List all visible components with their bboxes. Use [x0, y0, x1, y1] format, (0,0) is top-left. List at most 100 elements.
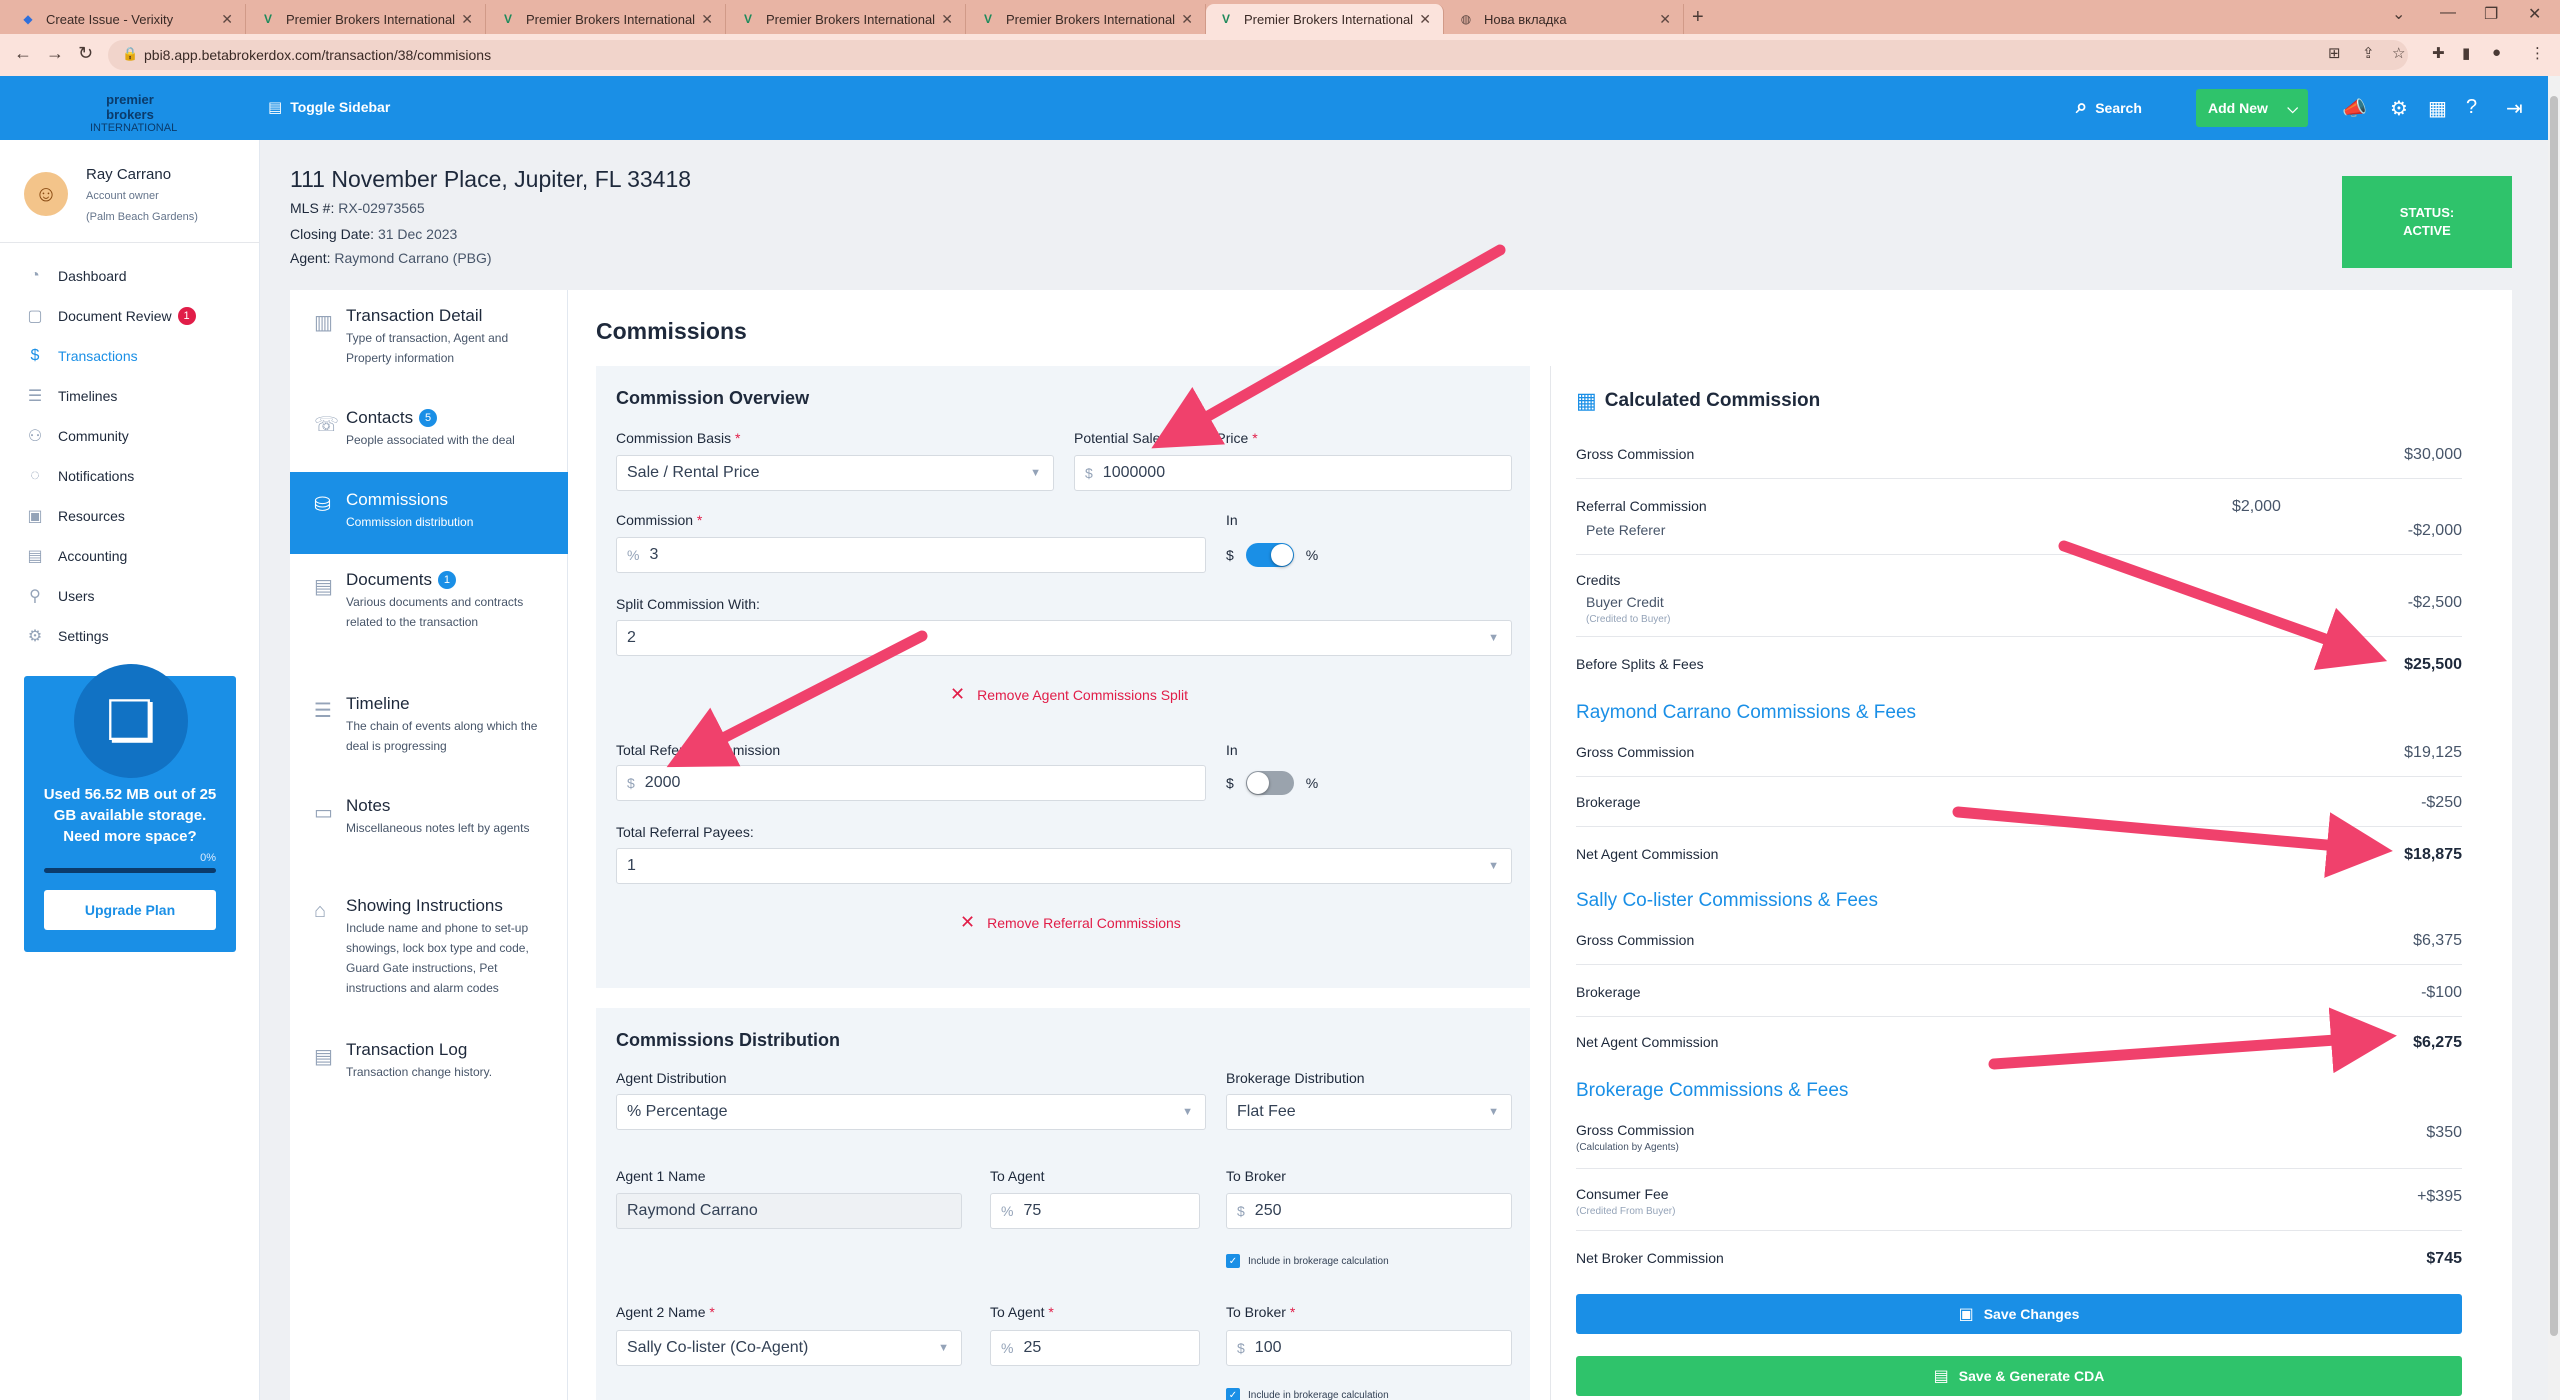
sidebar-item-transactions[interactable]: $ Transactions — [24, 344, 138, 368]
browser-tab[interactable]: ◆ Create Issue - Verixity ✕ — [8, 4, 246, 34]
unit-switch[interactable] — [1245, 771, 1294, 795]
split-select[interactable]: 2 ▼ — [616, 620, 1512, 656]
new-tab-button[interactable]: + — [1692, 6, 1704, 29]
unit-switch[interactable] — [1245, 543, 1294, 567]
megaphone-icon[interactable]: 📣 — [2342, 96, 2367, 121]
tab-search-icon[interactable]: ⌄ — [2392, 4, 2405, 24]
site-info-icon[interactable]: 🔒 — [122, 46, 138, 62]
row-label: Gross Commission — [1576, 744, 1695, 760]
browser-tab[interactable]: ◍ Нова вкладка ✕ — [1446, 4, 1684, 34]
close-tab-icon[interactable]: ✕ — [221, 11, 233, 28]
sidebar-item-resources[interactable]: ▣ Resources — [24, 504, 124, 528]
sidebar-item-dashboard[interactable]: ◔ Dashboard — [24, 264, 126, 288]
sidebar-item-users[interactable]: ⚲ Users — [24, 584, 94, 608]
gear-icon[interactable]: ⚙ — [2390, 96, 2408, 121]
browser-tab[interactable]: V Premier Brokers International Br ✕ — [248, 4, 486, 34]
reload-icon[interactable]: ↻ — [78, 43, 93, 64]
section-commissions[interactable]: ⛁ Commissions Commission distribution — [290, 472, 568, 554]
remove-referral-button[interactable]: ✕ Remove Referral Commissions — [960, 912, 1181, 933]
page-scrollbar[interactable] — [2548, 76, 2560, 1400]
agent-distribution-select[interactable]: % Percentage ▼ — [616, 1094, 1206, 1130]
restore-icon[interactable]: ❐ — [2484, 4, 2498, 24]
referral-input[interactable]: $ 2000 — [616, 765, 1206, 801]
close-tab-icon[interactable]: ✕ — [1419, 11, 1431, 28]
calculator-icon[interactable]: ▦ — [2428, 96, 2447, 121]
sidebar-item-document-review[interactable]: ▢ Document Review 1 — [24, 304, 196, 328]
sidebar-item-timelines[interactable]: ☰ Timelines — [24, 384, 118, 408]
bookmark-star-icon[interactable]: ☆ — [2392, 44, 2405, 62]
upgrade-plan-button[interactable]: Upgrade Plan — [44, 890, 216, 930]
browser-tab-active[interactable]: V Premier Brokers International Br ✕ — [1206, 4, 1444, 34]
close-tab-icon[interactable]: ✕ — [941, 11, 953, 28]
section-transaction-log[interactable]: ▤ Transaction Log Transaction change his… — [290, 1040, 568, 1090]
section-contacts[interactable]: ☏ Contacts 5 People associated with the d… — [290, 408, 568, 464]
browser-tab[interactable]: V Premier Brokers International Br ✕ — [488, 4, 726, 34]
agent1-to-broker-input[interactable]: $ 250 — [1226, 1193, 1512, 1229]
close-window-icon[interactable]: ✕ — [2528, 4, 2541, 24]
check-icon[interactable]: ✓ — [1226, 1254, 1240, 1268]
avatar[interactable]: ☺ — [24, 172, 68, 216]
profile-avatar-icon[interactable]: ● — [2492, 44, 2501, 61]
agent2-to-broker-input[interactable]: $ 100 — [1226, 1330, 1512, 1366]
sally-gross-row: Gross Commission $6,375 — [1576, 932, 2462, 949]
agent2-to-agent-input[interactable]: % 25 — [990, 1330, 1200, 1366]
browser-tab[interactable]: V Premier Brokers International Br ✕ — [968, 4, 1206, 34]
logout-icon[interactable]: ⇥ — [2506, 96, 2523, 121]
payees-select[interactable]: 1 ▼ — [616, 848, 1512, 884]
translate-icon[interactable]: ⊞ — [2328, 44, 2341, 62]
browser-menu-icon[interactable]: ⋮ — [2530, 44, 2545, 62]
storage-line: Need more space? — [63, 828, 197, 845]
extensions-icon[interactable]: ✚ — [2432, 44, 2445, 62]
check-icon[interactable]: ✓ — [1226, 1388, 1240, 1400]
section-showing-instructions[interactable]: ⌂ Showing Instructions Include name and … — [290, 896, 568, 1006]
agent1-include-checkbox[interactable]: ✓ Include in brokerage calculation — [1226, 1254, 1389, 1268]
commission-basis-select[interactable]: Sale / Rental Price ▼ — [616, 455, 1054, 491]
company-logo[interactable]: premier brokers INTERNATIONAL — [90, 92, 177, 134]
section-timeline[interactable]: ☰ Timeline The chain of events along whi… — [290, 694, 568, 764]
close-tab-icon[interactable]: ✕ — [1181, 11, 1193, 28]
url-input[interactable]: 🔒 pbi8.app.betabrokerdox.com/transaction… — [108, 40, 2408, 70]
divider — [0, 242, 260, 243]
commission-input[interactable]: % 3 — [616, 537, 1206, 573]
help-icon[interactable]: ? — [2466, 96, 2477, 119]
price-input[interactable]: $ 1000000 — [1074, 455, 1512, 491]
calc-note: (Calculation by Agents) — [1576, 1142, 1679, 1153]
section-title: Notes — [346, 796, 568, 816]
section-notes[interactable]: ▭ Notes Miscellaneous notes left by agen… — [290, 796, 568, 866]
brokerage-distribution-select[interactable]: Flat Fee ▼ — [1226, 1094, 1512, 1130]
sidebar-item-settings[interactable]: ⚙ Settings — [24, 624, 109, 648]
close-tab-icon[interactable]: ✕ — [1659, 11, 1671, 28]
side-panel-icon[interactable]: ▮ — [2462, 44, 2470, 62]
close-tab-icon[interactable]: ✕ — [461, 11, 473, 28]
agent2-name-select[interactable]: Sally Co-lister (Co-Agent) ▼ — [616, 1330, 962, 1366]
back-icon[interactable]: ← — [14, 43, 32, 64]
sidebar-item-community[interactable]: ⚇ Community — [24, 424, 129, 448]
search-button[interactable]: ⌕ Search — [2076, 96, 2142, 119]
tab-title: Premier Brokers International Br — [1006, 11, 1176, 27]
save-generate-cda-button[interactable]: ▤ Save & Generate CDA — [1576, 1356, 2462, 1396]
bell-icon: ◌ — [30, 467, 40, 484]
agent1-to-agent-input[interactable]: % 75 — [990, 1193, 1200, 1229]
close-tab-icon[interactable]: ✕ — [701, 11, 713, 28]
forward-icon[interactable]: → — [46, 43, 64, 64]
minimize-icon[interactable]: — — [2440, 4, 2456, 22]
share-icon[interactable]: ⇪ — [2362, 44, 2375, 62]
status-badge[interactable]: STATUS: ACTIVE — [2342, 176, 2512, 268]
remove-split-button[interactable]: ✕ Remove Agent Commissions Split — [950, 684, 1188, 705]
section-transaction-detail[interactable]: ▥ Transaction Detail Type of transaction… — [290, 306, 568, 378]
agent2-include-checkbox[interactable]: ✓ Include in brokerage calculation — [1226, 1388, 1389, 1400]
referral-unit-toggle[interactable]: $ % — [1226, 771, 1318, 795]
sidebar-item-accounting[interactable]: ▤ Accounting — [24, 544, 127, 568]
sidebar-item-notifications[interactable]: ◌ Notifications — [24, 464, 134, 488]
select-value: 1 — [627, 857, 636, 874]
user-location: (Palm Beach Gardens) — [86, 211, 198, 223]
scrollbar-thumb[interactable] — [2550, 96, 2558, 1336]
save-changes-button[interactable]: ▣ Save Changes — [1576, 1294, 2462, 1334]
referral-payee-name: Pete Referer — [1586, 522, 1666, 538]
section-title-text: Timeline — [346, 694, 410, 713]
commission-unit-toggle[interactable]: $ % — [1226, 543, 1318, 567]
add-new-button[interactable]: Add New ⌵ — [2196, 89, 2308, 127]
toggle-sidebar-button[interactable]: ▤ Toggle Sidebar — [268, 98, 390, 116]
browser-tab[interactable]: V Premier Brokers International Br ✕ — [728, 4, 966, 34]
section-documents[interactable]: ▤ Documents 1 Various documents and contr… — [290, 570, 568, 660]
